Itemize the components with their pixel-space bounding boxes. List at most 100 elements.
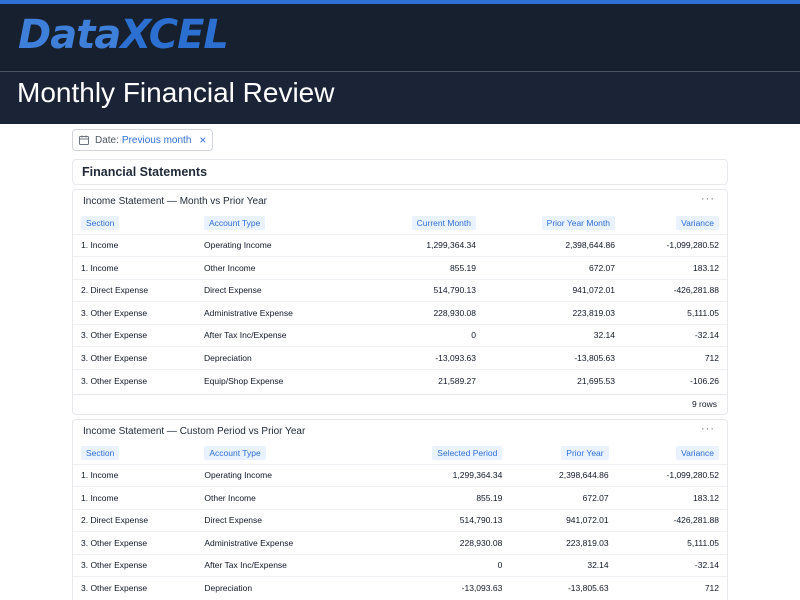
table-row[interactable]: 1. Income Operating Income 1,299,364.34 … [73,463,727,487]
cell-prior-year-month: 672.07 [484,256,623,279]
cell-account-type: Operating Income [196,463,385,487]
column-header-label: Variance [676,445,719,460]
table-row[interactable]: 3. Other Expense After Tax Inc/Expense 0… [73,553,727,577]
logo-band: DataXCEL [0,4,800,72]
cell-prior-year: 223,819.03 [510,531,617,554]
table-row[interactable]: 1. Income Operating Income 1,299,364.34 … [73,233,727,257]
section-title-financial-statements: Financial Statements [72,159,728,185]
table-row[interactable]: 3. Other Expense After Tax Inc/Expense 0… [73,323,727,347]
cell-account-type: Administrative Expense [196,301,384,324]
date-filter-value[interactable]: Previous month [122,135,191,146]
cell-section: 2. Direct Expense [73,508,197,532]
cell-current-month: 21,589.27 [384,368,484,392]
cell-section: 3. Other Expense [73,553,197,577]
cell-prior-year-month: 2,398,644.86 [484,233,623,257]
cell-section: 3. Other Expense [73,531,197,554]
income-statement-month-card: Income Statement — Month vs Prior Year ·… [72,189,728,415]
column-header-section[interactable]: Section [73,212,196,234]
column-header-variance[interactable]: Variance [623,212,727,234]
cell-current-month: 1,299,364.34 [384,233,484,257]
table-header-row: Section Account Type Selected Period Pri… [73,442,727,464]
column-header-label: Selected Period [432,445,503,460]
cell-current-month: -13,093.63 [384,346,484,369]
cell-account-type: Administrative Expense [196,531,385,554]
cell-selected-period: 1,299,364.34 [384,463,511,487]
column-header-label: Prior Year Month [541,215,615,230]
cell-current-month: 0 [384,323,484,347]
table-row[interactable]: 3. Other Expense Depreciation -13,093.63… [73,346,727,369]
cell-section: 3. Other Expense [73,301,196,324]
close-icon[interactable]: × [199,134,206,146]
app-header: DataXCEL Monthly Financial Review [0,4,800,124]
column-header-selected-period[interactable]: Selected Period [385,442,510,464]
table-row[interactable]: 1. Income Other Income 855.19 672.07 183… [73,256,727,279]
cell-account-type: After Tax Inc/Expense [196,323,384,347]
table-row[interactable]: 3. Other Expense Equip/Shop Expense 21,5… [73,368,727,392]
cell-prior-year: 672.07 [510,486,617,509]
table-row[interactable]: 2. Direct Expense Direct Expense 514,790… [73,508,727,532]
column-header-prior-year-month[interactable]: Prior Year Month [484,212,623,234]
table-header-row: Section Account Type Current Month Prior… [73,212,727,234]
dataxcel-logo[interactable]: DataXCEL [18,10,229,60]
row-count: 9 rows [73,394,727,414]
cell-variance: 712 [616,576,727,599]
cell-section: 3. Other Expense [73,576,197,599]
cell-prior-year-month: 223,819.03 [484,301,623,324]
date-filter-chip[interactable]: Date: Previous month × [72,129,214,151]
card-title: Income Statement — Custom Period vs Prio… [83,426,306,437]
column-header-account-type[interactable]: Account Type [196,442,385,464]
cell-variance: -106.26 [623,368,727,392]
column-header-current-month[interactable]: Current Month [384,212,484,234]
cell-prior-year-month: -13,805.63 [484,346,623,369]
cell-current-month: 228,930.08 [384,301,484,324]
cell-selected-period: 0 [384,553,511,577]
cell-variance: 712 [623,346,727,369]
cell-prior-year-month: 941,072.01 [484,278,623,302]
more-options-icon[interactable]: ··· [701,423,715,435]
cell-variance: -426,281.88 [623,278,727,302]
cell-variance: 183.12 [623,256,727,279]
cell-variance: -1,099,280.52 [616,463,727,487]
table-row[interactable]: 3. Other Expense Administrative Expense … [73,301,727,324]
cell-section: 3. Other Expense [73,346,196,369]
column-header-label: Account Type [204,215,266,230]
cell-account-type: Depreciation [196,576,385,599]
logo-text-data: Data [18,12,121,58]
page-title: Monthly Financial Review [17,77,335,108]
calendar-icon [79,135,89,145]
table-row[interactable]: 3. Other Expense Depreciation -13,093.63… [73,576,727,599]
cell-prior-year: 2,398,644.86 [510,463,617,487]
column-header-prior-year[interactable]: Prior Year [510,442,616,464]
column-header-label: Account Type [204,445,266,460]
column-header-variance[interactable]: Variance [617,442,727,464]
cell-selected-period: 855.19 [384,486,511,509]
cell-selected-period: 228,930.08 [384,531,511,554]
cell-variance: -32.14 [616,553,727,577]
cell-account-type: Direct Expense [196,278,384,302]
cell-prior-year: 941,072.01 [510,508,617,532]
cell-section: 1. Income [73,233,196,257]
more-options-icon[interactable]: ··· [701,193,715,205]
table-row[interactable]: 3. Other Expense Administrative Expense … [73,531,727,554]
cell-variance: 5,111.05 [616,531,727,554]
column-header-section[interactable]: Section [73,442,196,464]
cell-section: 2. Direct Expense [73,278,196,302]
cell-account-type: Equip/Shop Expense [196,368,384,392]
column-header-account-type[interactable]: Account Type [196,212,384,234]
cell-section: 3. Other Expense [73,323,196,347]
cell-current-month: 855.19 [384,256,484,279]
date-filter-label: Date: [95,134,119,146]
table-row[interactable]: 2. Direct Expense Direct Expense 514,790… [73,278,727,302]
table-row[interactable]: 1. Income Other Income 855.19 672.07 183… [73,486,727,509]
cell-prior-year-month: 21,695.53 [484,368,623,392]
cell-section: 1. Income [73,486,197,509]
column-header-label: Section [81,215,120,230]
cell-section: 1. Income [73,256,196,279]
cell-prior-year-month: 32.14 [484,323,623,347]
income-statement-custom-period-table: Section Account Type Selected Period Pri… [73,442,727,599]
cell-account-type: After Tax Inc/Expense [196,553,385,577]
column-header-label: Current Month [411,215,476,230]
column-header-label: Prior Year [561,445,609,460]
cell-variance: -1,099,280.52 [623,233,727,257]
cell-variance: 5,111.05 [623,301,727,324]
